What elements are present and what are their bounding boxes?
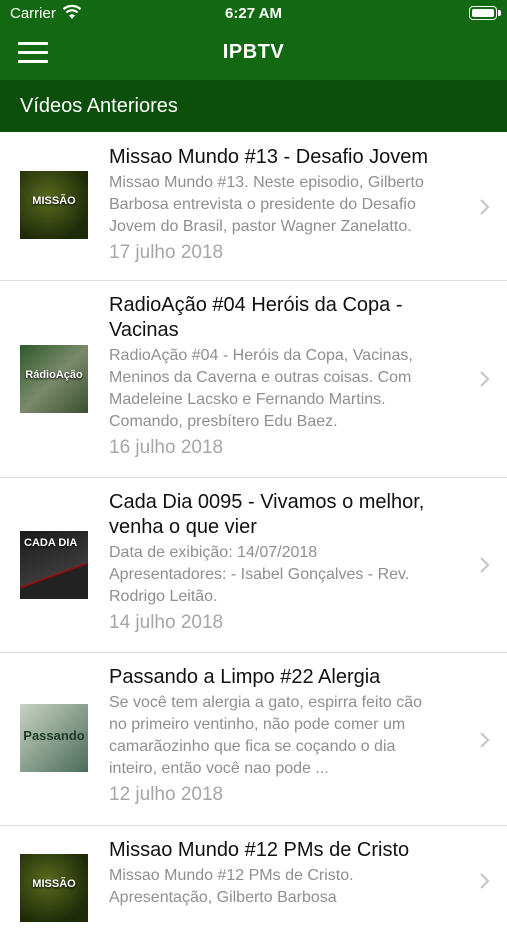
video-row[interactable]: MISSÃO Missao Mundo #12 PMs de Cristo Mi…	[0, 826, 507, 946]
video-row[interactable]: RádioAção RadioAção #04 Heróis da Copa -…	[0, 281, 507, 478]
status-bar: Carrier 6:27 AM	[0, 0, 507, 28]
video-thumbnail: MISSÃO	[20, 171, 88, 239]
video-thumbnail: Passando	[20, 704, 88, 772]
app-title: IPBTV	[222, 41, 285, 63]
video-date: 17 julho 2018	[109, 242, 224, 263]
battery-icon	[469, 6, 501, 20]
video-title: Missao Mundo #13 - Desafio Jovem	[109, 146, 429, 168]
video-description: Missao Mundo #13. Neste episodio, Gilber…	[109, 174, 424, 235]
video-thumbnail: MISSÃO	[20, 854, 88, 922]
video-title: RadioAção #04 Heróis da Copa - Vacinas	[109, 294, 403, 341]
video-thumbnail: RádioAção	[20, 345, 88, 413]
video-title: Missao Mundo #12 PMs de Cristo	[109, 839, 410, 861]
chevron-right-icon	[480, 732, 490, 748]
video-description: Se você tem alergia a gato, espirra feit…	[109, 694, 423, 777]
video-row[interactable]: Passando Passando a Limpo #22 Alergia Se…	[0, 653, 507, 826]
video-date: 12 julho 2018	[109, 784, 224, 805]
chevron-right-icon	[480, 199, 490, 215]
video-date: 14 julho 2018	[109, 612, 224, 633]
section-title: Vídeos Anteriores	[20, 95, 178, 117]
chevron-right-icon	[480, 873, 490, 889]
video-row[interactable]: MISSÃO Missao Mundo #13 - Desafio Jovem …	[0, 133, 507, 281]
video-thumbnail: CADA DIA	[20, 531, 88, 599]
video-description: Missao Mundo #12 PMs de Cristo. Apresent…	[109, 867, 354, 906]
chevron-right-icon	[480, 371, 490, 387]
video-row[interactable]: CADA DIA Cada Dia 0095 - Vivamos o melho…	[0, 478, 507, 653]
video-date: 16 julho 2018	[109, 437, 224, 458]
video-title: Passando a Limpo #22 Alergia	[109, 666, 381, 688]
video-title: Cada Dia 0095 - Vivamos o melhor, venha …	[109, 491, 425, 538]
video-description: Data de exibição: 14/07/2018 Apresentado…	[109, 544, 410, 605]
section-header: Vídeos Anteriores	[0, 80, 507, 132]
status-time: 6:27 AM	[225, 5, 282, 22]
chevron-right-icon	[480, 557, 490, 573]
video-list: MISSÃO Missao Mundo #13 - Desafio Jovem …	[0, 133, 507, 946]
navigation-bar: IPBTV	[0, 28, 507, 80]
video-description: RadioAção #04 - Heróis da Copa, Vacinas,…	[109, 347, 413, 430]
